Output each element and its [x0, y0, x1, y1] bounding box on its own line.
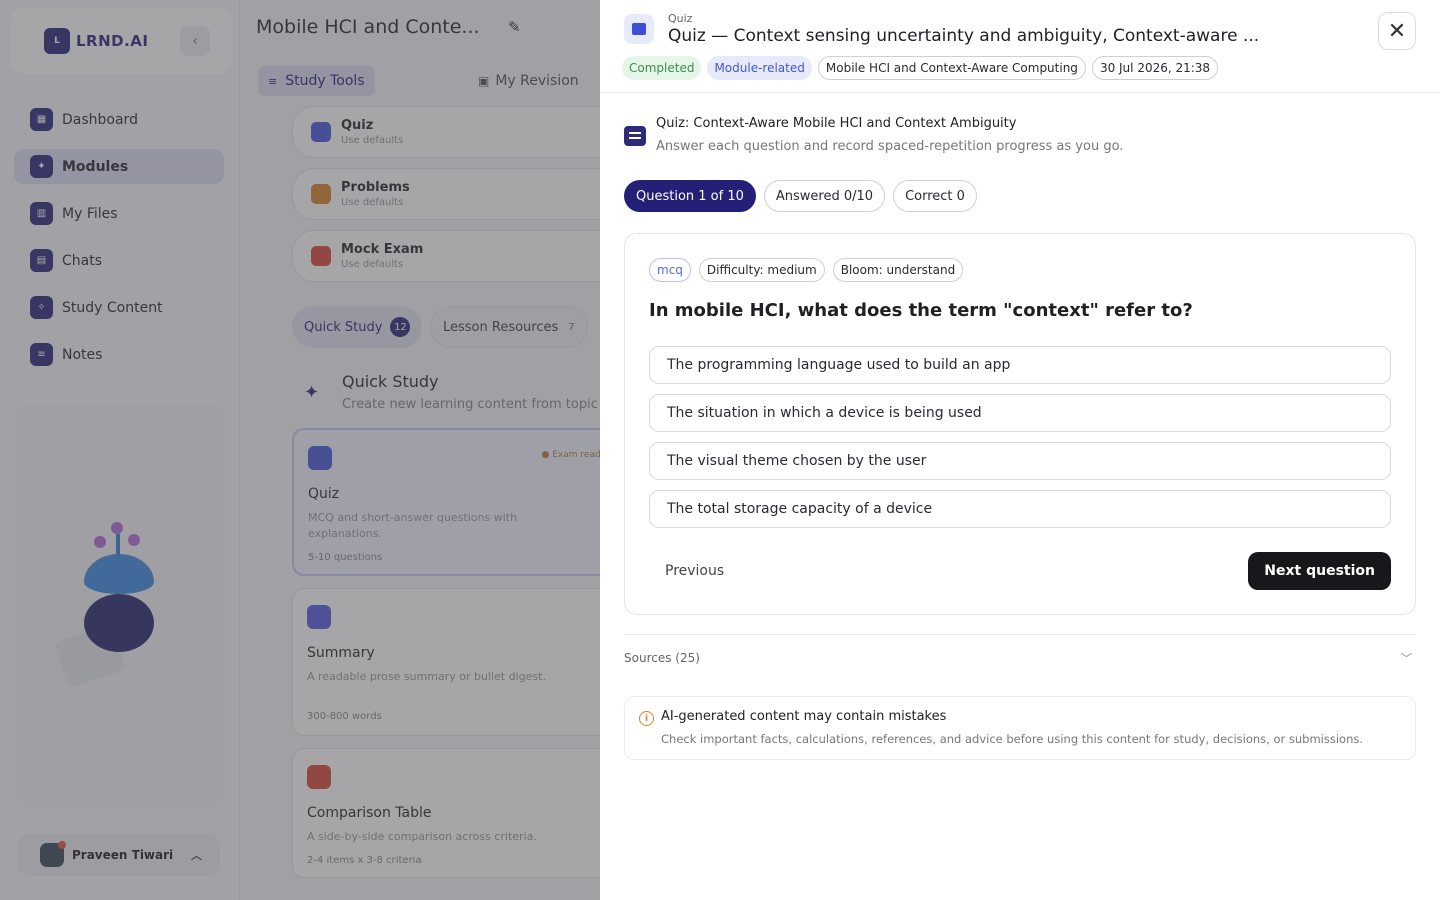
next-question-button[interactable]: Next question: [1248, 552, 1391, 590]
sources-label: Sources (25): [624, 650, 700, 665]
type-tag: mcq: [649, 258, 691, 282]
answered-counter: Answered 0/10: [763, 180, 886, 212]
status-badge: Completed: [622, 56, 702, 80]
relation-badge: Module-related: [707, 56, 812, 80]
ai-disclaimer-text: Check important facts, calculations, ref…: [661, 732, 1364, 746]
drawer-title: Quiz — Context sensing uncertainty and a…: [668, 26, 1260, 46]
answer-option-4[interactable]: The total storage capacity of a device: [649, 490, 1391, 528]
answer-option-1[interactable]: The programming language used to build a…: [649, 346, 1391, 384]
sources-toggle[interactable]: Sources (25) ﹀: [624, 634, 1416, 680]
quiz-progress: Question 1 of 10 Answered 0/10 Correct 0: [624, 180, 985, 212]
question-text: In mobile HCI, what does the term "conte…: [649, 300, 1193, 321]
correct-counter: Correct 0: [893, 180, 977, 212]
question-tags: mcq Difficulty: medium Bloom: understand: [649, 258, 971, 282]
chevron-down-icon: ﹀: [1401, 651, 1412, 665]
info-icon: i: [639, 711, 654, 726]
quiz-list-icon: [624, 126, 646, 146]
quiz-header: Quiz: Context-Aware Mobile HCI and Conte…: [624, 116, 1123, 154]
close-icon: ✕: [1387, 18, 1407, 44]
answer-option-3[interactable]: The visual theme chosen by the user: [649, 442, 1391, 480]
drawer-kicker: Quiz: [668, 12, 693, 25]
modal-backdrop[interactable]: [0, 0, 600, 900]
bloom-tag: Bloom: understand: [832, 258, 964, 282]
ai-disclaimer-title: AI-generated content may contain mistake…: [661, 709, 947, 724]
previous-button[interactable]: Previous: [649, 552, 740, 590]
quiz-drawer: Quiz Quiz — Context sensing uncertainty …: [600, 0, 1440, 900]
close-button[interactable]: ✕: [1378, 12, 1416, 50]
difficulty-tag: Difficulty: medium: [698, 258, 825, 282]
drawer-badges: Completed Module-related Mobile HCI and …: [622, 56, 1224, 80]
module-badge: Mobile HCI and Context-Aware Computing: [817, 56, 1086, 80]
timestamp-badge: 30 Jul 2026, 21:38: [1091, 56, 1219, 80]
question-counter: Question 1 of 10: [624, 180, 756, 212]
drawer-header: Quiz Quiz — Context sensing uncertainty …: [600, 0, 1440, 93]
answer-option-2[interactable]: The situation in which a device is being…: [649, 394, 1391, 432]
ai-disclaimer: i AI-generated content may contain mista…: [624, 696, 1416, 760]
quiz-subtitle: Answer each question and record spaced-r…: [656, 139, 1124, 154]
question-card: mcq Difficulty: medium Bloom: understand…: [624, 233, 1416, 615]
quiz-icon: [624, 14, 654, 44]
quiz-title: Quiz: Context-Aware Mobile HCI and Conte…: [656, 116, 1017, 131]
